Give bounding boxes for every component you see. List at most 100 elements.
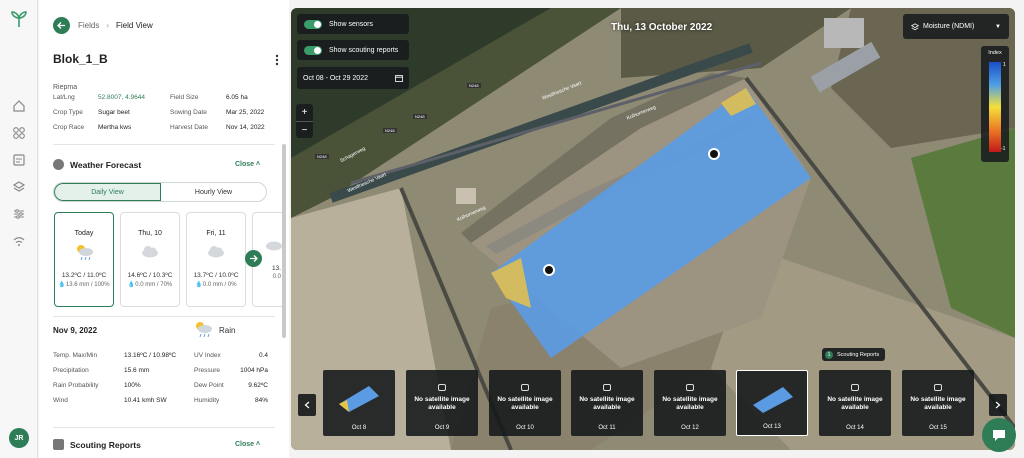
date-range-value: Oct 08 - Oct 29 2022 xyxy=(303,74,368,82)
timeline-thumb[interactable]: No satellite image available Oct 10 xyxy=(489,370,561,436)
card-rain: 💧13.6 mm / 100% xyxy=(58,282,110,288)
crop-type-label: Crop Type xyxy=(53,109,83,116)
crop-type-value: Sugar beet xyxy=(98,109,130,116)
scouting-close-button[interactable]: Close ˄ xyxy=(235,441,260,448)
scouting-icon xyxy=(53,439,64,450)
card-temp: 14.6ºC / 10.3ºC xyxy=(127,272,173,279)
card-temp: 13.2ºC / 11.0ºC xyxy=(61,272,107,279)
badge-label: Scouting Reports xyxy=(837,351,880,358)
badge-count: 1 xyxy=(825,350,833,359)
dew-value: 9.62ºC xyxy=(248,382,268,389)
timeline-thumb[interactable]: No satellite image available Oct 12 xyxy=(654,370,726,436)
hourly-view-button[interactable]: Hourly View xyxy=(161,183,266,201)
timeline-next-button[interactable] xyxy=(989,394,1007,416)
next-days-button[interactable] xyxy=(245,250,262,267)
legend-max: 1 xyxy=(1003,62,1006,68)
no-image-icon xyxy=(686,384,694,391)
breadcrumb: Fields › Field View xyxy=(53,17,153,34)
weather-card-thu[interactable]: Thu, 10 14.6ºC / 10.3ºC 💧0.0 mm / 70% xyxy=(120,212,180,307)
rain-prob-value: 100% xyxy=(124,382,141,389)
zoom-in-button[interactable]: + xyxy=(296,104,313,121)
show-scouting-toggle[interactable]: Show scouting reports xyxy=(297,40,409,60)
card-rain: 0.0 xyxy=(272,274,281,280)
scouting-reports-badge[interactable]: 1 Scouting Reports xyxy=(822,348,886,361)
field-size-label: Field Size xyxy=(170,94,199,101)
layer-select[interactable]: Moisture (NDMI) ▼ xyxy=(903,14,1009,39)
timeline-thumb[interactable]: Oct 8 xyxy=(323,370,395,436)
thumb-no-image: No satellite image available xyxy=(827,396,883,411)
temp-label: Temp. Max/Min xyxy=(53,352,98,359)
weather-card-today[interactable]: Today 13.2ºC / 11.0ºC 💧13.6 mm / 100% xyxy=(54,212,114,307)
chevron-up-icon: ˄ xyxy=(256,161,261,168)
timeline-thumb[interactable]: No satellite image available Oct 11 xyxy=(571,370,643,436)
cloud-icon xyxy=(208,246,224,258)
sun-rain-icon xyxy=(196,322,212,338)
wind-label: Wind xyxy=(53,397,68,404)
no-image-icon xyxy=(603,384,611,391)
back-button[interactable] xyxy=(53,17,70,34)
weather-icon xyxy=(53,159,64,170)
legend-gradient xyxy=(989,62,1001,152)
thumb-date: Oct 10 xyxy=(516,425,534,431)
uv-value: 0.4 xyxy=(258,352,268,359)
sliders-icon[interactable] xyxy=(12,207,26,221)
precip-label: Precipitation xyxy=(53,367,89,374)
thumb-no-image: No satellite image available xyxy=(497,396,553,411)
timeline-thumb[interactable]: No satellite image available Oct 15 xyxy=(902,370,974,436)
home-icon[interactable] xyxy=(12,99,26,113)
harvest-date-label: Harvest Date xyxy=(170,124,208,131)
more-options-icon[interactable] xyxy=(275,54,279,66)
card-day: Thu, 10 xyxy=(138,230,162,237)
date-range-picker[interactable]: Oct 08 - Oct 29 2022 xyxy=(297,67,409,89)
wind-value: 10.41 kmh SW xyxy=(124,397,167,404)
map-view[interactable]: Westfriesche Vaart Westfriesche Vaart Ko… xyxy=(291,8,1015,450)
no-image-icon xyxy=(521,384,529,391)
timeline-prev-button[interactable] xyxy=(298,394,316,416)
cloud-icon xyxy=(142,246,158,258)
precip-value: 15.6 mm xyxy=(124,367,150,374)
thumb-date: Oct 14 xyxy=(846,425,864,431)
layers-icon[interactable] xyxy=(12,180,26,194)
divider xyxy=(53,144,275,145)
field-thumbnail xyxy=(339,386,379,412)
thumb-date: Oct 8 xyxy=(351,425,367,431)
logo-icon[interactable] xyxy=(9,10,29,28)
toggle-switch[interactable] xyxy=(304,45,322,55)
show-sensors-label: Show sensors xyxy=(329,20,373,28)
notes-icon[interactable] xyxy=(12,153,26,167)
zoom-out-button[interactable]: − xyxy=(296,121,313,139)
app-root: JR Fields › Field View Blok_1_B Riepma L… xyxy=(0,0,1024,458)
grid-icon[interactable] xyxy=(12,126,26,140)
latlng-value[interactable]: 52.8007, 4.9644 xyxy=(98,94,145,101)
uv-label: UV Index xyxy=(194,352,221,359)
toggle-switch[interactable] xyxy=(304,19,322,29)
field-panel: Fields › Field View Blok_1_B Riepma Lat/… xyxy=(39,0,289,458)
thumb-no-image: No satellite image available xyxy=(662,396,718,411)
chevron-right-icon: › xyxy=(106,21,110,30)
timeline-thumb[interactable]: No satellite image available Oct 14 xyxy=(819,370,891,436)
road-tag: N248 xyxy=(467,83,481,88)
weather-card-fri[interactable]: Fri, 11 13.7ºC / 10.0ºC 💧0.0 mm / 0% xyxy=(186,212,246,307)
layer-value: Moisture (NDMI) xyxy=(923,23,975,30)
wifi-icon[interactable] xyxy=(12,234,26,248)
panel-scrollbar[interactable] xyxy=(282,144,286,338)
show-sensors-toggle[interactable]: Show sensors xyxy=(297,14,409,34)
no-image-icon xyxy=(851,384,859,391)
humidity-label: Humidity xyxy=(194,397,220,404)
weather-header: Weather Forecast xyxy=(53,159,141,170)
road-tag: N248 xyxy=(413,114,427,119)
avatar[interactable]: JR xyxy=(9,428,29,448)
thumb-date: Oct 15 xyxy=(929,425,947,431)
card-day: Today xyxy=(74,230,94,237)
timeline-thumb[interactable]: No satellite image available Oct 9 xyxy=(406,370,478,436)
scouting-title: Scouting Reports xyxy=(70,439,141,450)
show-scouting-label: Show scouting reports xyxy=(329,46,399,54)
detail-date: Nov 9, 2022 xyxy=(53,326,98,335)
thumb-date: Oct 11 xyxy=(598,425,616,431)
chat-button[interactable] xyxy=(982,418,1016,452)
weather-close-button[interactable]: Close ˄ xyxy=(235,161,260,168)
scouting-header: Scouting Reports xyxy=(53,439,141,450)
breadcrumb-fields[interactable]: Fields xyxy=(78,21,99,30)
daily-view-button[interactable]: Daily View xyxy=(54,183,161,201)
timeline-thumb-selected[interactable]: Oct 13 xyxy=(736,370,808,436)
